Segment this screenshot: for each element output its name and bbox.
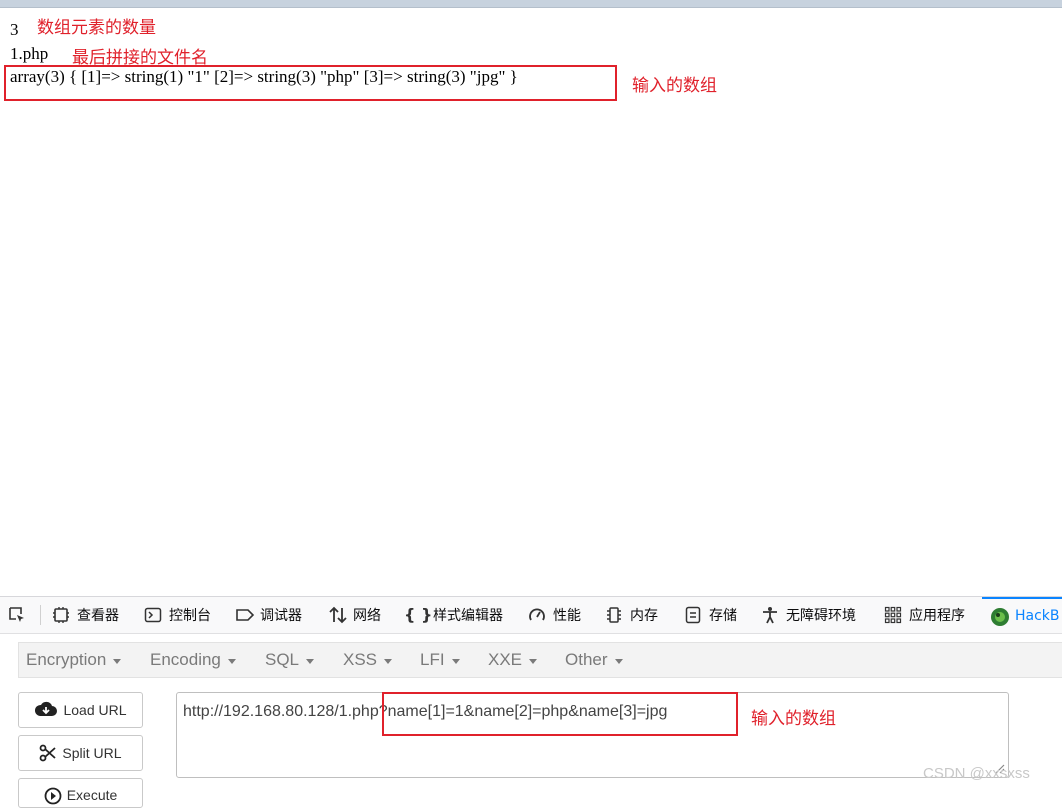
csdn-watermark: CSDN @xxsxss — [923, 765, 1030, 782]
caret-down-icon — [384, 658, 393, 664]
menu-lfi[interactable]: LFI — [420, 643, 460, 677]
count-output: 3 — [10, 20, 19, 39]
inspector-icon — [52, 606, 70, 624]
caret-down-icon — [227, 658, 236, 664]
cloud-download-icon — [35, 701, 58, 716]
load-url-label: Load URL — [63, 702, 127, 718]
tab-storage[interactable]: 存储 — [684, 597, 737, 633]
tab-hackbar[interactable]: HackB — [982, 597, 1062, 633]
play-circle-icon — [44, 787, 62, 805]
scissors-icon — [40, 744, 57, 762]
tab-hackbar-label: HackB — [1015, 608, 1060, 624]
menu-encoding[interactable]: Encoding — [150, 643, 236, 677]
menu-sql-label: SQL — [265, 650, 300, 669]
execute-button[interactable]: Execute — [18, 778, 143, 808]
caret-down-icon — [113, 658, 122, 664]
debugger-icon — [235, 606, 255, 624]
accessibility-icon — [761, 606, 779, 624]
devtools-tab-bar: 查看器 控制台 调试器 网络 { } 样式编辑器 性能 内存 存储 无障碍环境 … — [0, 597, 1062, 634]
tab-network[interactable]: 网络 — [328, 597, 381, 633]
tab-memory-label: 内存 — [630, 608, 658, 624]
array-dump-highlight-box — [4, 65, 617, 101]
tab-accessibility[interactable]: 无障碍环境 — [761, 597, 856, 633]
tab-style-editor-label: 样式编辑器 — [433, 608, 503, 624]
menu-other-label: Other — [565, 650, 608, 669]
filename-output: 1.php — [10, 44, 49, 63]
hackbar-icon — [990, 607, 1009, 626]
memory-icon — [605, 606, 623, 624]
tab-application[interactable]: 应用程序 — [884, 597, 965, 633]
tab-network-label: 网络 — [353, 608, 381, 624]
tab-console-label: 控制台 — [169, 608, 211, 624]
tab-accessibility-label: 无障碍环境 — [786, 608, 856, 624]
url-params-highlight-box — [382, 692, 738, 736]
element-picker-button[interactable] — [8, 597, 33, 633]
caret-down-icon — [614, 658, 623, 664]
array-dump-annotation: 输入的数组 — [632, 76, 717, 96]
url-annotation: 输入的数组 — [751, 709, 836, 729]
hackbar-menu-bar: Encryption Encoding SQL XSS LFI XXE Othe… — [18, 642, 1062, 678]
split-url-label: Split URL — [62, 745, 122, 761]
tab-style-editor[interactable]: { } 样式编辑器 — [404, 597, 503, 633]
caret-down-icon — [529, 658, 538, 664]
tab-console[interactable]: 控制台 — [144, 597, 211, 633]
load-url-button[interactable]: Load URL — [18, 692, 143, 728]
menu-other[interactable]: Other — [565, 643, 623, 677]
application-icon — [884, 606, 902, 624]
menu-encoding-label: Encoding — [150, 650, 221, 669]
tab-debugger-label: 调试器 — [260, 608, 302, 624]
browser-top-strip — [0, 0, 1062, 8]
menu-sql[interactable]: SQL — [265, 643, 315, 677]
menu-xss[interactable]: XSS — [343, 643, 393, 677]
caret-down-icon — [451, 658, 460, 664]
menu-encryption[interactable]: Encryption — [26, 643, 122, 677]
execute-label: Execute — [66, 787, 118, 803]
toolbar-separator — [40, 605, 41, 625]
tab-application-label: 应用程序 — [909, 608, 965, 624]
tab-performance[interactable]: 性能 — [528, 597, 581, 633]
element-picker-icon — [8, 606, 26, 624]
style-editor-icon: { } — [404, 605, 433, 624]
tab-storage-label: 存储 — [709, 608, 737, 624]
count-annotation: 数组元素的数量 — [37, 18, 156, 38]
tab-performance-label: 性能 — [553, 608, 581, 624]
storage-icon — [684, 606, 702, 624]
menu-xxe-label: XXE — [488, 650, 523, 669]
tab-inspector[interactable]: 查看器 — [52, 597, 119, 633]
split-url-button[interactable]: Split URL — [18, 735, 143, 771]
network-icon — [328, 606, 347, 624]
menu-xss-label: XSS — [343, 650, 378, 669]
tab-memory[interactable]: 内存 — [605, 597, 658, 633]
console-icon — [144, 606, 162, 624]
tab-inspector-label: 查看器 — [77, 608, 119, 624]
menu-xxe[interactable]: XXE — [488, 643, 538, 677]
menu-encryption-label: Encryption — [26, 650, 107, 669]
menu-lfi-label: LFI — [420, 650, 445, 669]
tab-debugger[interactable]: 调试器 — [235, 597, 302, 633]
performance-icon — [528, 606, 546, 624]
caret-down-icon — [306, 658, 315, 664]
